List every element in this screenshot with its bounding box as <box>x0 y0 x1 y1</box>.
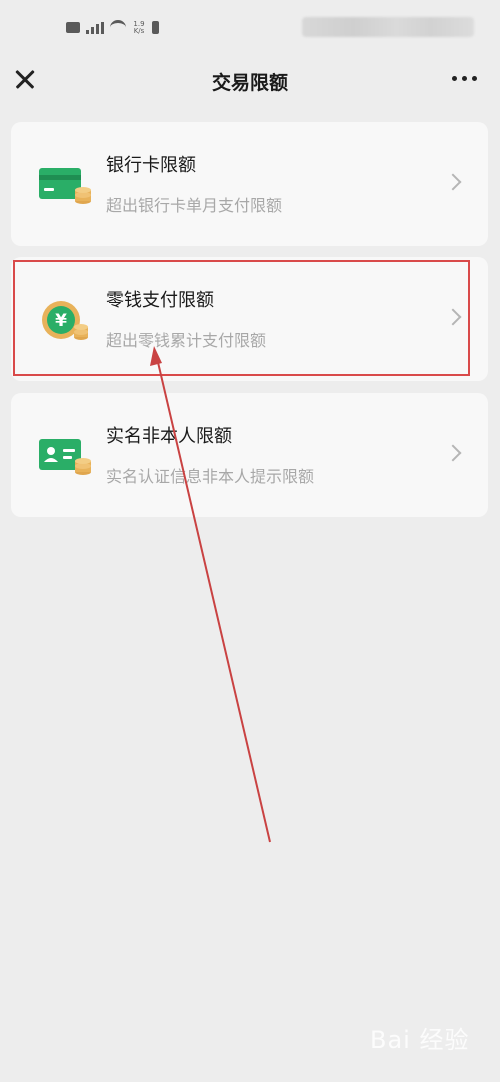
battery-icon <box>152 21 159 34</box>
svg-text:¥: ¥ <box>55 311 67 331</box>
item-subtitle: 超出银行卡单月支付限额 <box>106 196 283 215</box>
chevron-right-icon <box>444 444 462 462</box>
chevron-right-icon <box>444 173 462 191</box>
signal-icon <box>86 21 104 34</box>
item-subtitle: 实名认证信息非本人提示限额 <box>106 467 315 486</box>
bank-card-coins-icon <box>39 168 91 204</box>
wifi-icon <box>110 20 126 35</box>
item-title: 零钱支付限额 <box>106 290 214 311</box>
status-bar: 1.9 K/s <box>0 0 500 52</box>
balance-payment-limit-item[interactable]: ¥ 零钱支付限额 超出零钱累计支付限额 <box>11 257 488 381</box>
item-subtitle: 超出零钱累计支付限额 <box>106 331 267 350</box>
network-speed: 1.9 K/s <box>133 19 145 35</box>
more-dot <box>452 76 457 81</box>
watermark: Bai 经验 <box>370 1026 470 1054</box>
more-dot <box>462 76 467 81</box>
item-title: 实名非本人限额 <box>106 426 232 447</box>
blurred-status-area <box>302 17 474 37</box>
real-name-not-self-limit-item[interactable]: 实名非本人限额 实名认证信息非本人提示限额 <box>11 393 488 517</box>
item-title: 银行卡限额 <box>106 155 196 176</box>
chevron-right-icon <box>444 308 462 326</box>
more-options-button[interactable] <box>452 76 477 81</box>
sim-card-icon <box>66 22 80 33</box>
nav-bar: 交易限额 <box>0 52 500 108</box>
yuan-coin-icon: ¥ <box>42 301 88 340</box>
page-title: 交易限额 <box>211 72 288 94</box>
more-dot <box>472 76 477 81</box>
status-icons: 1.9 K/s <box>66 20 159 35</box>
bank-card-limit-item[interactable]: 银行卡限额 超出银行卡单月支付限额 <box>11 122 488 246</box>
id-card-coins-icon <box>39 439 91 475</box>
